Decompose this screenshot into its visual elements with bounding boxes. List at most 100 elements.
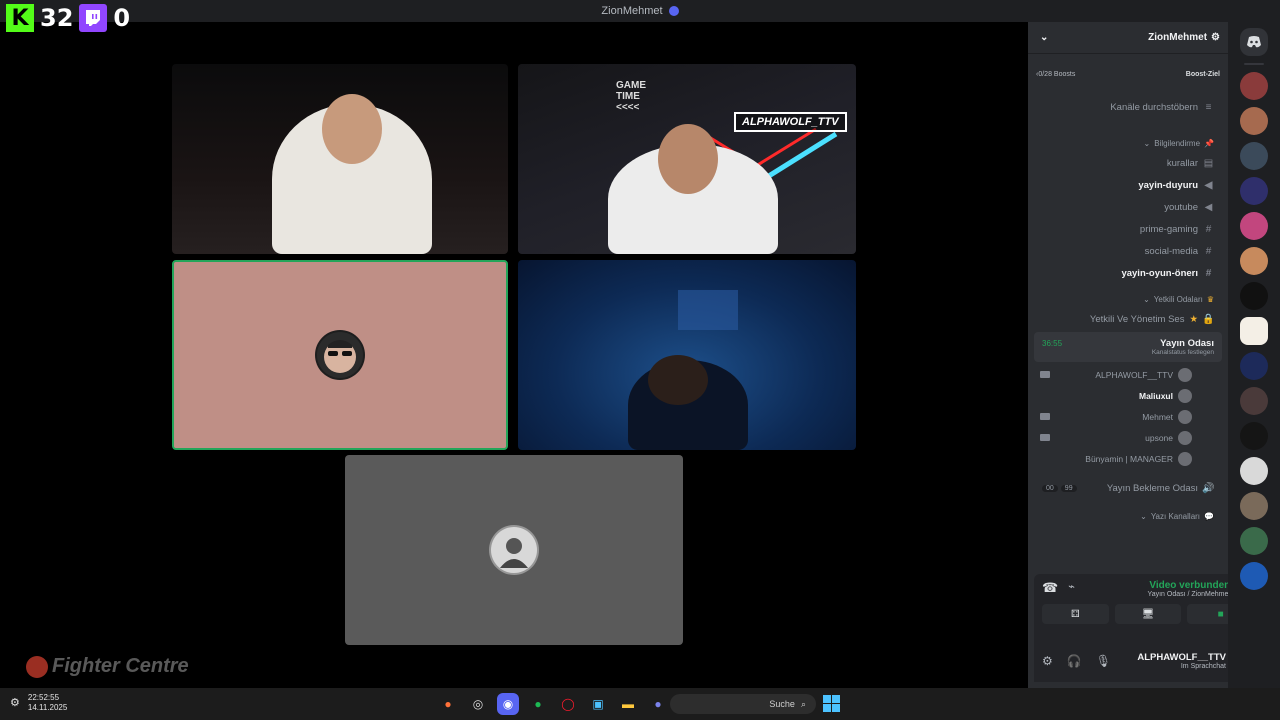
- channel-yetkili-ses[interactable]: Yetkili Ve Yönetim Ses ★ 🔒: [1028, 308, 1228, 330]
- server-icon[interactable]: [1240, 422, 1268, 450]
- server-icon[interactable]: [1240, 317, 1268, 345]
- voice-channel-yayin-odasi[interactable]: 36:55 Yayın Odası Kanalstatus festlegen: [1034, 332, 1222, 362]
- channel-social-media[interactable]: social-media #: [1028, 240, 1228, 262]
- server-icon[interactable]: [1240, 212, 1268, 240]
- camera-icon: [1040, 413, 1050, 420]
- noise-suppression-icon[interactable]: ⌁: [1068, 580, 1075, 593]
- firefox-icon[interactable]: ●: [437, 693, 459, 715]
- window-titlebar: ZionMehmet: [0, 0, 1280, 22]
- discord-icon[interactable]: ◉: [497, 693, 519, 715]
- voice-member[interactable]: Maliuxul: [1028, 385, 1228, 406]
- announcement-icon: ◀: [1204, 201, 1213, 213]
- participant-avatar: [315, 330, 365, 380]
- category-bilgilendirme[interactable]: ⌄ Bilgilendirme 📌: [1028, 134, 1228, 152]
- voice-member[interactable]: Mehmet: [1028, 406, 1228, 427]
- channel-yayin-bekleme[interactable]: 00 99 Yayın Bekleme Odası 🔊: [1028, 475, 1228, 501]
- category-yazi[interactable]: ⌄ Yazı Kanalları 💬: [1028, 507, 1228, 525]
- member-avatar: [1178, 409, 1192, 424]
- headphones-icon[interactable]: 🎧: [1067, 654, 1082, 668]
- server-icon[interactable]: [1240, 247, 1268, 275]
- video-tile-avatar-speaking[interactable]: [172, 260, 508, 450]
- chat-icon: 💬: [1204, 511, 1214, 521]
- search-placeholder: Suche: [769, 699, 795, 709]
- teams-icon[interactable]: ●: [647, 693, 669, 715]
- server-icon[interactable]: [1240, 177, 1268, 205]
- screen-share-button[interactable]: 🖥: [1114, 604, 1182, 624]
- member-avatar: [1178, 451, 1192, 466]
- channel-label: yayin-oyun-önerı: [1121, 267, 1198, 279]
- channel-label: prime-gaming: [1139, 223, 1198, 235]
- obs-icon[interactable]: ◎: [467, 693, 489, 715]
- server-icon[interactable]: [1240, 387, 1268, 415]
- taskbar-apps: ● ◎ ◉ ● ◯ ▣ ▬ ●: [437, 693, 669, 715]
- server-icon[interactable]: [1240, 492, 1268, 520]
- camera-icon: [1040, 434, 1050, 441]
- browse-channels[interactable]: Kanäle durchstöbern ≡: [1028, 94, 1228, 120]
- video-tile-streamer[interactable]: [172, 64, 508, 254]
- activity-button[interactable]: ⚃: [1042, 604, 1109, 624]
- taskbar-clock[interactable]: ⚙ 22:52:55 14.11.2025: [10, 693, 67, 713]
- chevron-down-icon: ⌄: [1143, 294, 1150, 304]
- channel-yayin-duyuru[interactable]: yayin-duyuru ◀: [1028, 174, 1228, 196]
- voice-member[interactable]: ALPHAWOLF__TTV: [1028, 364, 1228, 385]
- channel-status[interactable]: Kanalstatus festlegen: [1042, 349, 1214, 356]
- voice-member[interactable]: Bünyamin | MANAGER: [1028, 448, 1228, 469]
- video-tile-alphawolf[interactable]: GAME TIME <<<< ALPHAWOLF_TTV: [518, 64, 856, 254]
- twitch-logo-icon: [79, 4, 108, 32]
- twitch-viewer-count: 0: [113, 4, 131, 32]
- opera-icon[interactable]: ◯: [557, 693, 579, 715]
- participant-avatar: [489, 525, 539, 575]
- windows-start-icon[interactable]: [823, 695, 840, 712]
- spotify-icon[interactable]: ●: [527, 693, 549, 715]
- channel-label: Yetkili Ve Yönetim Ses: [1089, 313, 1185, 325]
- settings-icon[interactable]: ⚙: [10, 698, 20, 709]
- speaker-icon: 🔊: [1202, 482, 1215, 494]
- list-icon: ≡: [1205, 101, 1212, 113]
- user-status: Im Sprachchat: [1180, 663, 1226, 670]
- channel-label: kurallar: [1166, 157, 1198, 169]
- server-icon[interactable]: [1240, 457, 1268, 485]
- microphone-icon[interactable]: 🎙: [1096, 654, 1111, 668]
- server-verified-icon: ⚙: [1211, 32, 1220, 43]
- channel-prime-gaming[interactable]: prime-gaming #: [1028, 218, 1228, 240]
- connection-status[interactable]: Video verbunden: [1148, 580, 1230, 591]
- server-header[interactable]: ⌄ ZionMehmet ⚙: [1028, 22, 1228, 54]
- star-icon: ★: [1189, 313, 1198, 325]
- member-name: upsone: [1145, 432, 1173, 443]
- server-icon[interactable]: [1240, 562, 1268, 590]
- channel-youtube[interactable]: youtube ◀: [1028, 196, 1228, 218]
- voice-member[interactable]: upsone: [1028, 427, 1228, 448]
- server-icon[interactable]: [1240, 352, 1268, 380]
- boost-goal[interactable]: ‹ 0/28 Boosts Boost-Ziel: [1036, 66, 1220, 82]
- taskbar-search[interactable]: Suche ⌕: [670, 694, 816, 714]
- member-avatar: [1178, 367, 1192, 382]
- user-limit-count: 00: [1042, 484, 1058, 492]
- server-icon[interactable]: [1240, 282, 1268, 310]
- category-yetkili[interactable]: ⌄ Yetkili Odaları ♛: [1028, 290, 1228, 308]
- connection-channel: Yayın Odası / ZionMehmet: [1147, 591, 1231, 598]
- file-explorer-icon[interactable]: ▬: [617, 693, 639, 715]
- discord-home-icon[interactable]: [1240, 28, 1268, 56]
- channel-kurallar[interactable]: kurallar ▤: [1028, 152, 1228, 174]
- channel-yayin-oyun-oneri[interactable]: yayin-oyun-önerı #: [1028, 262, 1228, 284]
- server-icon[interactable]: [1240, 72, 1268, 100]
- video-tile-blue-room[interactable]: [518, 260, 856, 450]
- window-title: ZionMehmet: [601, 5, 663, 17]
- hash-icon: #: [1205, 267, 1212, 279]
- settings-gear-icon[interactable]: ⚙: [1042, 654, 1053, 668]
- person-head: [658, 124, 718, 194]
- video-tile-avatar[interactable]: [345, 455, 683, 645]
- server-icon[interactable]: [1240, 142, 1268, 170]
- channel-label: Yayın Bekleme Odası: [1106, 482, 1198, 494]
- server-icon[interactable]: [1240, 527, 1268, 555]
- game-time-sign: GAME TIME <<<<: [616, 80, 646, 113]
- channel-label: yayin-duyuru: [1138, 179, 1198, 191]
- disconnect-icon[interactable]: ☎: [1042, 580, 1058, 596]
- server-name: ZionMehmet: [1148, 32, 1208, 43]
- chevron-down-icon[interactable]: ⌄: [1040, 32, 1048, 43]
- category-label: Bilgilendirme: [1154, 138, 1201, 148]
- store-icon[interactable]: ▣: [587, 693, 609, 715]
- rail-separator: [1244, 63, 1264, 65]
- server-icon[interactable]: [1240, 107, 1268, 135]
- chevron-down-icon: ⌄: [1143, 138, 1151, 148]
